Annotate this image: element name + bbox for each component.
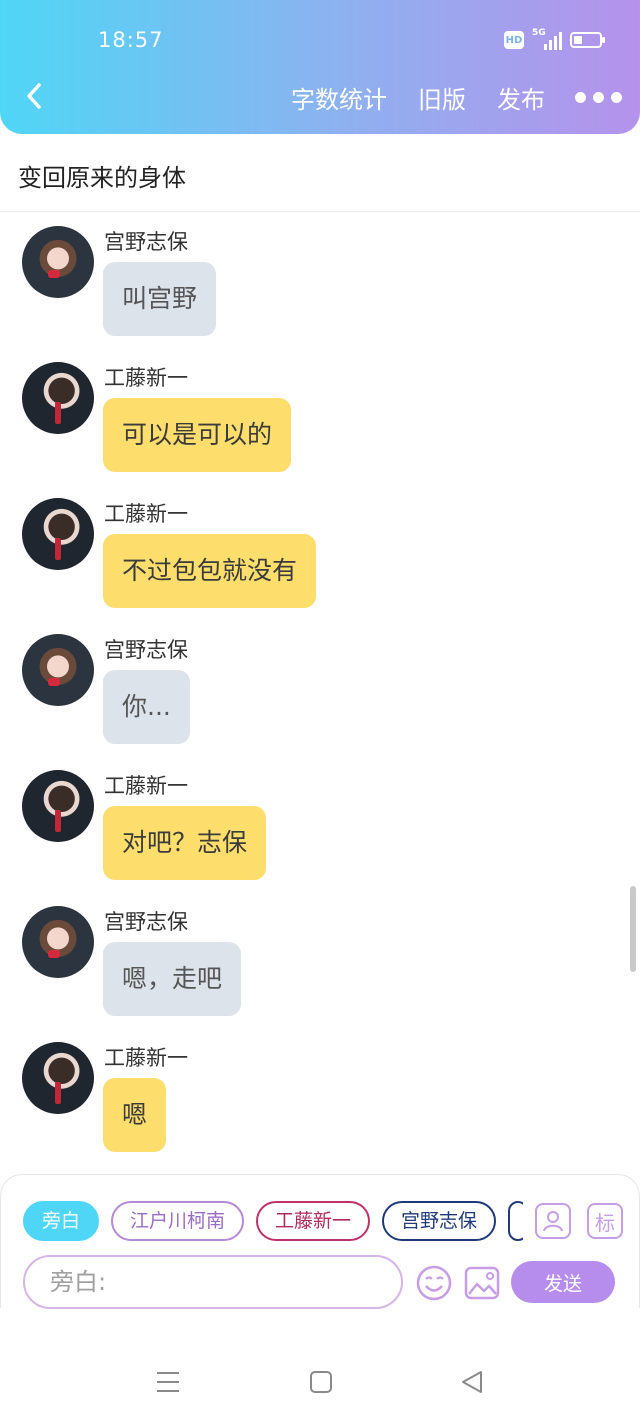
speaker-name: 工藤新一 (104, 502, 188, 526)
image-button[interactable] (463, 1264, 501, 1302)
message-bubble[interactable]: 嗯，走吧 (103, 942, 242, 1016)
message-bubble[interactable]: 对吧？志保 (103, 806, 267, 880)
battery-icon (570, 32, 605, 48)
signal-icon: 5G (532, 28, 562, 50)
role-icon (543, 1211, 563, 1232)
scrollbar[interactable] (630, 886, 636, 972)
title-bar: 变回原来的身体 (0, 134, 640, 212)
back-arrow-icon (27, 83, 41, 109)
status-icons: HD 5G (504, 28, 605, 50)
role-chip-shiho[interactable]: 宫野志保 (382, 1201, 497, 1241)
avatar[interactable] (22, 226, 94, 298)
speaker-name: 工藤新一 (104, 1046, 188, 1070)
emoji-icon (416, 1265, 452, 1301)
message-bubble[interactable]: 叫宫野 (103, 262, 217, 336)
avatar[interactable] (22, 634, 94, 706)
system-nav-bar (0, 1340, 640, 1422)
mark-button[interactable]: 标 (587, 1203, 623, 1239)
speaker-name: 宫野志保 (104, 638, 188, 662)
status-time: 18:57 (98, 28, 164, 52)
old-version-button[interactable]: 旧版 (418, 80, 466, 115)
avatar[interactable] (22, 906, 94, 978)
back-button[interactable] (18, 78, 50, 114)
hd-icon: HD (504, 31, 524, 49)
menu-icon[interactable] (156, 1370, 180, 1394)
app-header: 18:57 HD 5G 字数统计 旧版 发布 (0, 0, 640, 134)
message-list[interactable]: 宫野志保 叫宫野 工藤新一 可以是可以的 工藤新一 不过包包就没有 宫野志保 你… (0, 212, 640, 1172)
avatar[interactable] (22, 770, 94, 842)
speaker-name: 宫野志保 (104, 910, 188, 934)
home-icon[interactable] (309, 1370, 333, 1394)
publish-button[interactable]: 发布 (497, 80, 545, 115)
back-icon[interactable] (460, 1370, 484, 1394)
more-icon[interactable] (575, 92, 622, 103)
message-bubble[interactable]: 你... (103, 670, 190, 744)
avatar[interactable] (22, 498, 94, 570)
speaker-name: 工藤新一 (104, 774, 188, 798)
role-chip-shinichi[interactable]: 工藤新一 (256, 1201, 371, 1241)
speaker-name: 宫野志保 (104, 230, 188, 254)
role-chip-more[interactable] (508, 1201, 523, 1241)
avatar[interactable] (22, 1042, 94, 1114)
message-input[interactable] (23, 1255, 403, 1309)
message-bubble[interactable]: 可以是可以的 (103, 398, 292, 472)
role-chip-narrator[interactable]: 旁白 (23, 1201, 100, 1241)
header-actions: 字数统计 旧版 发布 (260, 80, 622, 115)
role-chip-conan[interactable]: 江户川柯南 (111, 1201, 245, 1241)
emoji-button[interactable] (415, 1264, 453, 1302)
role-selector: 旁白 江户川柯南 工藤新一 宫野志保 (23, 1201, 523, 1243)
word-count-button[interactable]: 字数统计 (291, 80, 387, 115)
message-bubble[interactable]: 嗯 (103, 1078, 167, 1152)
network-label: 5G (532, 28, 546, 38)
role-manage-button[interactable] (535, 1203, 571, 1239)
speaker-name: 工藤新一 (104, 366, 188, 390)
document-title[interactable]: 变回原来的身体 (18, 158, 186, 193)
send-button[interactable]: 发送 (511, 1261, 615, 1303)
message-bubble[interactable]: 不过包包就没有 (103, 534, 317, 608)
image-icon (464, 1266, 500, 1300)
composer-panel: 旁白江户川柯南工藤新一宫野志保 标 发送 (0, 1174, 640, 1309)
avatar[interactable] (22, 362, 94, 434)
